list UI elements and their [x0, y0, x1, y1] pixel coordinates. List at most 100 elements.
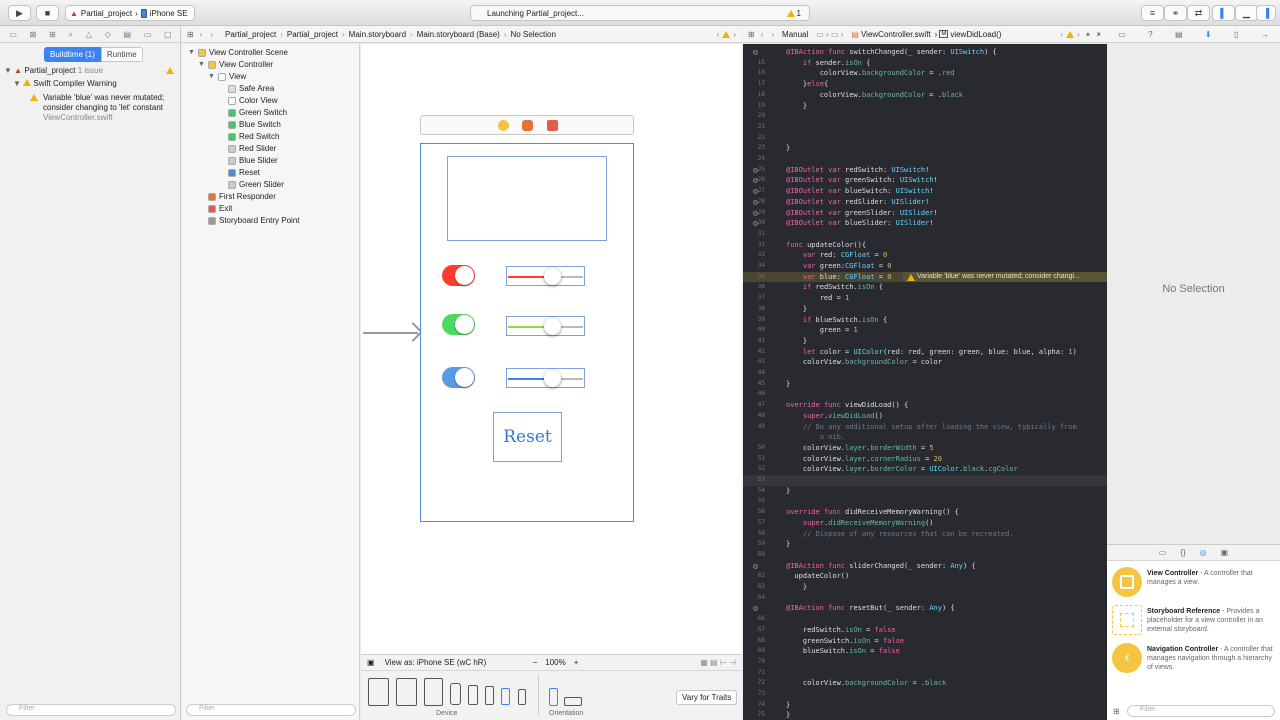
outline-item[interactable]: First Responder: [198, 192, 276, 201]
warning-icon[interactable]: [1065, 30, 1074, 38]
library-item[interactable]: ‹ Navigation Controller - A controller th…: [1112, 643, 1277, 683]
breakpoint-icon[interactable]: ▭: [144, 30, 152, 39]
outline-item[interactable]: Green Switch: [218, 108, 287, 117]
code-line[interactable]: 43 colorView.backgroundColor = color: [743, 357, 1107, 368]
toggle-inspector-button[interactable]: ▐: [1256, 5, 1276, 21]
prev-issue-icon[interactable]: ‹: [1060, 30, 1063, 39]
code-line[interactable]: 50 colorView.layer.borderWidth = 5: [743, 443, 1107, 454]
zoom-in-icon[interactable]: +: [574, 658, 579, 667]
code-line[interactable]: 23}: [743, 143, 1107, 154]
code-line[interactable]: 60: [743, 550, 1107, 561]
next-issue-icon[interactable]: ›: [1077, 30, 1080, 39]
view-controller-view[interactable]: Reset: [420, 143, 634, 522]
outline-item[interactable]: Red Slider: [218, 144, 276, 153]
code-line[interactable]: 74}: [743, 700, 1107, 711]
device-ipad-mini-icon[interactable]: [424, 678, 443, 706]
library-item[interactable]: Storyboard Reference - Provides a placeh…: [1112, 605, 1277, 645]
toggle-navigator-button[interactable]: ▌: [1212, 5, 1235, 21]
code-line[interactable]: 18 colorView.backgroundColor = .black: [743, 90, 1107, 101]
code-line[interactable]: 20: [743, 111, 1107, 122]
stop-button[interactable]: ■: [36, 5, 59, 21]
outline-item[interactable]: ▼ View: [208, 72, 246, 81]
code-line[interactable]: 67 redSwitch.isOn = false: [743, 625, 1107, 636]
navigator-filter-input[interactable]: Filter: [6, 704, 176, 716]
breadcrumb-item[interactable]: No Selection: [511, 30, 556, 39]
reset-button[interactable]: Reset: [493, 412, 562, 462]
forward-icon[interactable]: ›: [771, 30, 774, 39]
breadcrumb-item[interactable]: Main.storyboard: [349, 30, 406, 39]
manual-mode[interactable]: Manual: [782, 30, 808, 39]
code-line[interactable]: 55: [743, 496, 1107, 507]
attributes-icon[interactable]: ⬇: [1205, 30, 1212, 39]
disclosure-icon[interactable]: ▼: [208, 73, 215, 80]
code-line[interactable]: 72 colorView.backgroundColor = .black: [743, 678, 1107, 689]
library-item[interactable]: View Controller - A controller that mana…: [1112, 567, 1277, 607]
run-button[interactable]: ▶: [8, 5, 31, 21]
code-line[interactable]: 64: [743, 593, 1107, 604]
code-line[interactable]: 59}: [743, 539, 1107, 550]
outline-item[interactable]: Blue Slider: [218, 156, 278, 165]
outlet-connection-icon[interactable]: [753, 199, 758, 205]
disclosure-icon[interactable]: ▼: [188, 49, 195, 56]
outline-item[interactable]: Color View: [218, 96, 278, 105]
outline-item[interactable]: Storyboard Entry Point: [198, 216, 299, 225]
device-ipad-icon[interactable]: [396, 678, 417, 706]
connections-icon[interactable]: →: [1261, 30, 1269, 39]
code-line[interactable]: 75}: [743, 710, 1107, 720]
warning-icon[interactable]: [722, 30, 731, 38]
code-line[interactable]: 49 // Do any additional setup after load…: [743, 422, 1107, 433]
related-items-icon[interactable]: ⊞: [187, 30, 194, 39]
code-line[interactable]: 57 super.didReceiveMemoryWarning(): [743, 518, 1107, 529]
outline-filter-input[interactable]: Filter: [186, 704, 356, 716]
outlet-connection-icon[interactable]: [753, 50, 758, 55]
code-line[interactable]: 21: [743, 122, 1107, 133]
code-line[interactable]: @IBAction func switchChanged(_ sender: U…: [743, 47, 1107, 58]
code-line[interactable]: 28 @IBOutlet var redSlider: UISlider!: [743, 197, 1107, 208]
portrait-icon[interactable]: [549, 688, 558, 706]
view-as-label[interactable]: View as: iPhone SE (wC hR): [385, 658, 525, 667]
code-line[interactable]: 39 if blueSwitch.isOn {: [743, 315, 1107, 326]
outlet-connection-icon[interactable]: [753, 606, 758, 612]
code-line[interactable]: 63 }: [743, 582, 1107, 593]
code-line[interactable]: 31: [743, 229, 1107, 240]
code-line[interactable]: 29 @IBOutlet var greenSlider: UISlider!: [743, 208, 1107, 219]
code-line[interactable]: 36 if redSwitch.isOn {: [743, 282, 1107, 293]
code-line[interactable]: 30 @IBOutlet var blueSlider: UISlider!: [743, 218, 1107, 229]
code-line[interactable]: 17 }else{: [743, 79, 1107, 90]
code-line[interactable]: 54}: [743, 486, 1107, 497]
red-switch[interactable]: [442, 265, 475, 286]
code-line[interactable]: 73: [743, 689, 1107, 700]
folder-icon[interactable]: ▭: [9, 30, 17, 39]
search-icon[interactable]: ⌕: [68, 30, 72, 40]
blue-switch[interactable]: [442, 367, 475, 388]
exit-icon[interactable]: [547, 120, 558, 131]
code-line[interactable]: 22: [743, 133, 1107, 144]
device-iphone-plus-icon[interactable]: [468, 685, 478, 705]
outline-item[interactable]: ▼ View Controller: [198, 60, 273, 69]
code-line[interactable]: 70: [743, 657, 1107, 668]
inline-warning[interactable]: Variable 'blue' was never mutated; consi…: [903, 271, 1107, 283]
outline-item[interactable]: ▼ View Controller Scene: [188, 48, 288, 57]
code-line[interactable]: 52 colorView.layer.borderColor = UIColor…: [743, 464, 1107, 475]
device-iphone-x-icon[interactable]: [450, 683, 461, 705]
scene-dock[interactable]: [420, 115, 634, 135]
editor-file[interactable]: ViewController.swift: [861, 30, 931, 39]
code-line[interactable]: a nib.: [743, 432, 1107, 443]
code-line[interactable]: @IBAction func resetBut(_ sender: Any) {: [743, 603, 1107, 614]
prev-issue-icon[interactable]: ‹: [717, 30, 720, 39]
file-inspector-icon[interactable]: ▭: [1118, 30, 1126, 39]
code-line[interactable]: 25 @IBOutlet var redSwitch: UISwitch!: [743, 165, 1107, 176]
red-slider[interactable]: [506, 266, 585, 286]
identity-icon[interactable]: ▤: [1175, 30, 1183, 39]
back-icon[interactable]: ‹: [200, 30, 203, 39]
code-line[interactable]: 38 }: [743, 304, 1107, 315]
category-row[interactable]: ▼ Swift Compiler Warning: [13, 79, 117, 88]
first-responder-icon[interactable]: [522, 120, 533, 131]
storyboard-canvas[interactable]: Reset: [361, 44, 742, 654]
outline-item[interactable]: Safe Area: [218, 84, 274, 93]
hierarchy-icon[interactable]: ⊞: [49, 30, 56, 39]
outlet-connection-icon[interactable]: [753, 563, 758, 569]
close-icon[interactable]: ×: [1096, 30, 1101, 39]
code-line[interactable]: 19 }: [743, 101, 1107, 112]
help-icon[interactable]: ?: [1148, 30, 1152, 39]
